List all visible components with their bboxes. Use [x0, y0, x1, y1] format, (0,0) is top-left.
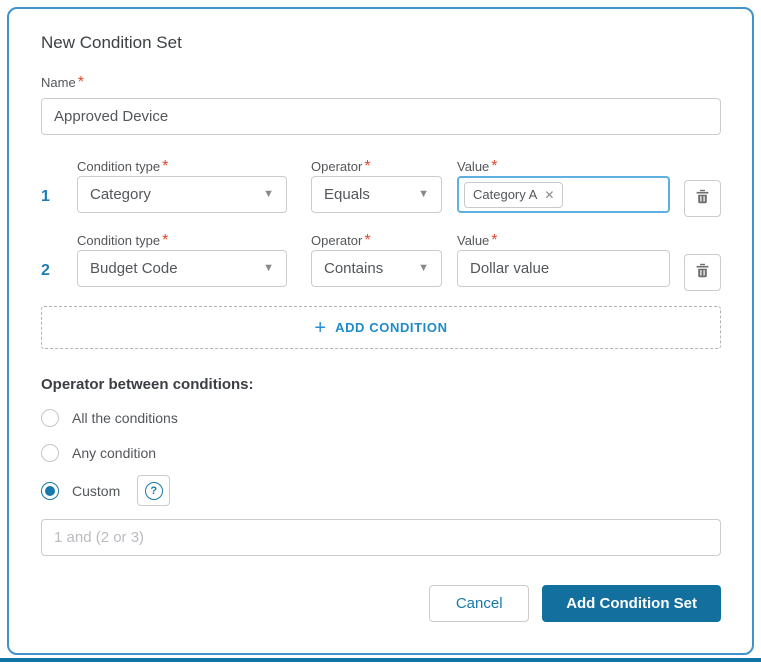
add-condition-label: ADD CONDITION — [335, 320, 448, 335]
radio-any-condition[interactable] — [41, 444, 59, 462]
radio-label: Custom — [72, 482, 121, 499]
name-label: Name * — [41, 74, 84, 91]
trash-icon — [695, 189, 710, 208]
custom-expression-input[interactable] — [41, 519, 721, 556]
condition-type-label: Condition type * — [77, 158, 169, 175]
value-input[interactable] — [457, 250, 670, 287]
chip-remove-icon[interactable]: ✕ — [544, 188, 554, 202]
required-asterisk: * — [364, 232, 371, 249]
delete-condition-button[interactable] — [684, 254, 721, 291]
required-asterisk: * — [491, 158, 498, 175]
required-asterisk: * — [162, 158, 169, 175]
required-asterisk: * — [77, 74, 84, 91]
required-asterisk: * — [364, 158, 371, 175]
operator-value: Equals — [324, 186, 370, 203]
page-title: New Condition Set — [41, 33, 182, 52]
condition-type-select[interactable]: Budget Code ▼ — [77, 250, 287, 287]
radio-label: All the conditions — [72, 410, 178, 426]
condition-type-value: Budget Code — [90, 260, 178, 277]
condition-number: 1 — [41, 188, 50, 205]
custom-expression-wrap — [41, 519, 721, 556]
chevron-down-icon: ▼ — [418, 188, 429, 200]
page-bottom-divider — [0, 658, 761, 662]
value-input[interactable]: Category A ✕ — [457, 176, 670, 213]
condition-type-label: Condition type * — [77, 232, 169, 249]
radio-custom[interactable] — [41, 481, 59, 500]
cancel-button[interactable]: Cancel — [429, 585, 530, 622]
radio-row-custom: Custom ? — [41, 475, 721, 506]
chevron-down-icon: ▼ — [263, 262, 274, 274]
name-field-block: Name * — [41, 74, 721, 135]
operator-between-section: Operator between conditions: All the con… — [41, 376, 721, 556]
value-label: Value * — [457, 232, 498, 249]
operator-select[interactable]: Equals ▼ — [311, 176, 442, 213]
condition-row-2: 2 Condition type * Budget Code ▼ Operator… — [41, 232, 721, 291]
condition-type-select[interactable]: Category ▼ — [77, 176, 287, 213]
trash-icon — [695, 263, 710, 282]
delete-condition-button[interactable] — [684, 180, 721, 217]
value-group: Value * — [457, 232, 670, 291]
operator-between-title: Operator between conditions: — [41, 376, 254, 393]
operator-group: Operator * Contains ▼ — [311, 232, 442, 291]
condition-number: 2 — [41, 262, 50, 279]
plus-icon: + — [314, 316, 327, 339]
required-asterisk: * — [491, 232, 498, 249]
operator-value: Contains — [324, 260, 384, 277]
help-icon: ? — [144, 481, 163, 500]
radio-row-any-condition: Any condition — [41, 443, 721, 463]
add-condition-button[interactable]: + ADD CONDITION — [41, 306, 721, 349]
radio-row-all-conditions: All the conditions — [41, 408, 721, 428]
chevron-down-icon: ▼ — [263, 188, 274, 200]
operator-label: Operator * — [311, 158, 371, 175]
value-label: Value * — [457, 158, 498, 175]
chevron-down-icon: ▼ — [418, 262, 429, 274]
required-asterisk: * — [162, 232, 169, 249]
help-button[interactable]: ? — [137, 475, 171, 506]
add-condition-set-button[interactable]: Add Condition Set — [542, 585, 721, 622]
condition-type-group: Condition type * Budget Code ▼ — [77, 232, 287, 291]
operator-select[interactable]: Contains ▼ — [311, 250, 442, 287]
condition-type-group: Condition type * Category ▼ — [77, 158, 287, 217]
name-input[interactable] — [41, 98, 721, 135]
operator-label: Operator * — [311, 232, 371, 249]
chip-label: Category A — [473, 187, 538, 202]
conditions-list: 1 Condition type * Category ▼ Operator * E… — [41, 158, 721, 291]
condition-row-1: 1 Condition type * Category ▼ Operator * E… — [41, 158, 721, 217]
radio-label: Any condition — [72, 445, 157, 461]
operator-group: Operator * Equals ▼ — [311, 158, 442, 217]
condition-type-value: Category — [90, 186, 151, 203]
value-chip: Category A ✕ — [464, 181, 564, 208]
radio-all-conditions[interactable] — [41, 409, 59, 427]
new-condition-set-dialog: New Condition Set Name* 1 Condition type… — [7, 7, 754, 655]
value-group: Value * Category A ✕ — [457, 158, 670, 217]
dialog-footer: Cancel Add Condition Set — [41, 585, 721, 622]
